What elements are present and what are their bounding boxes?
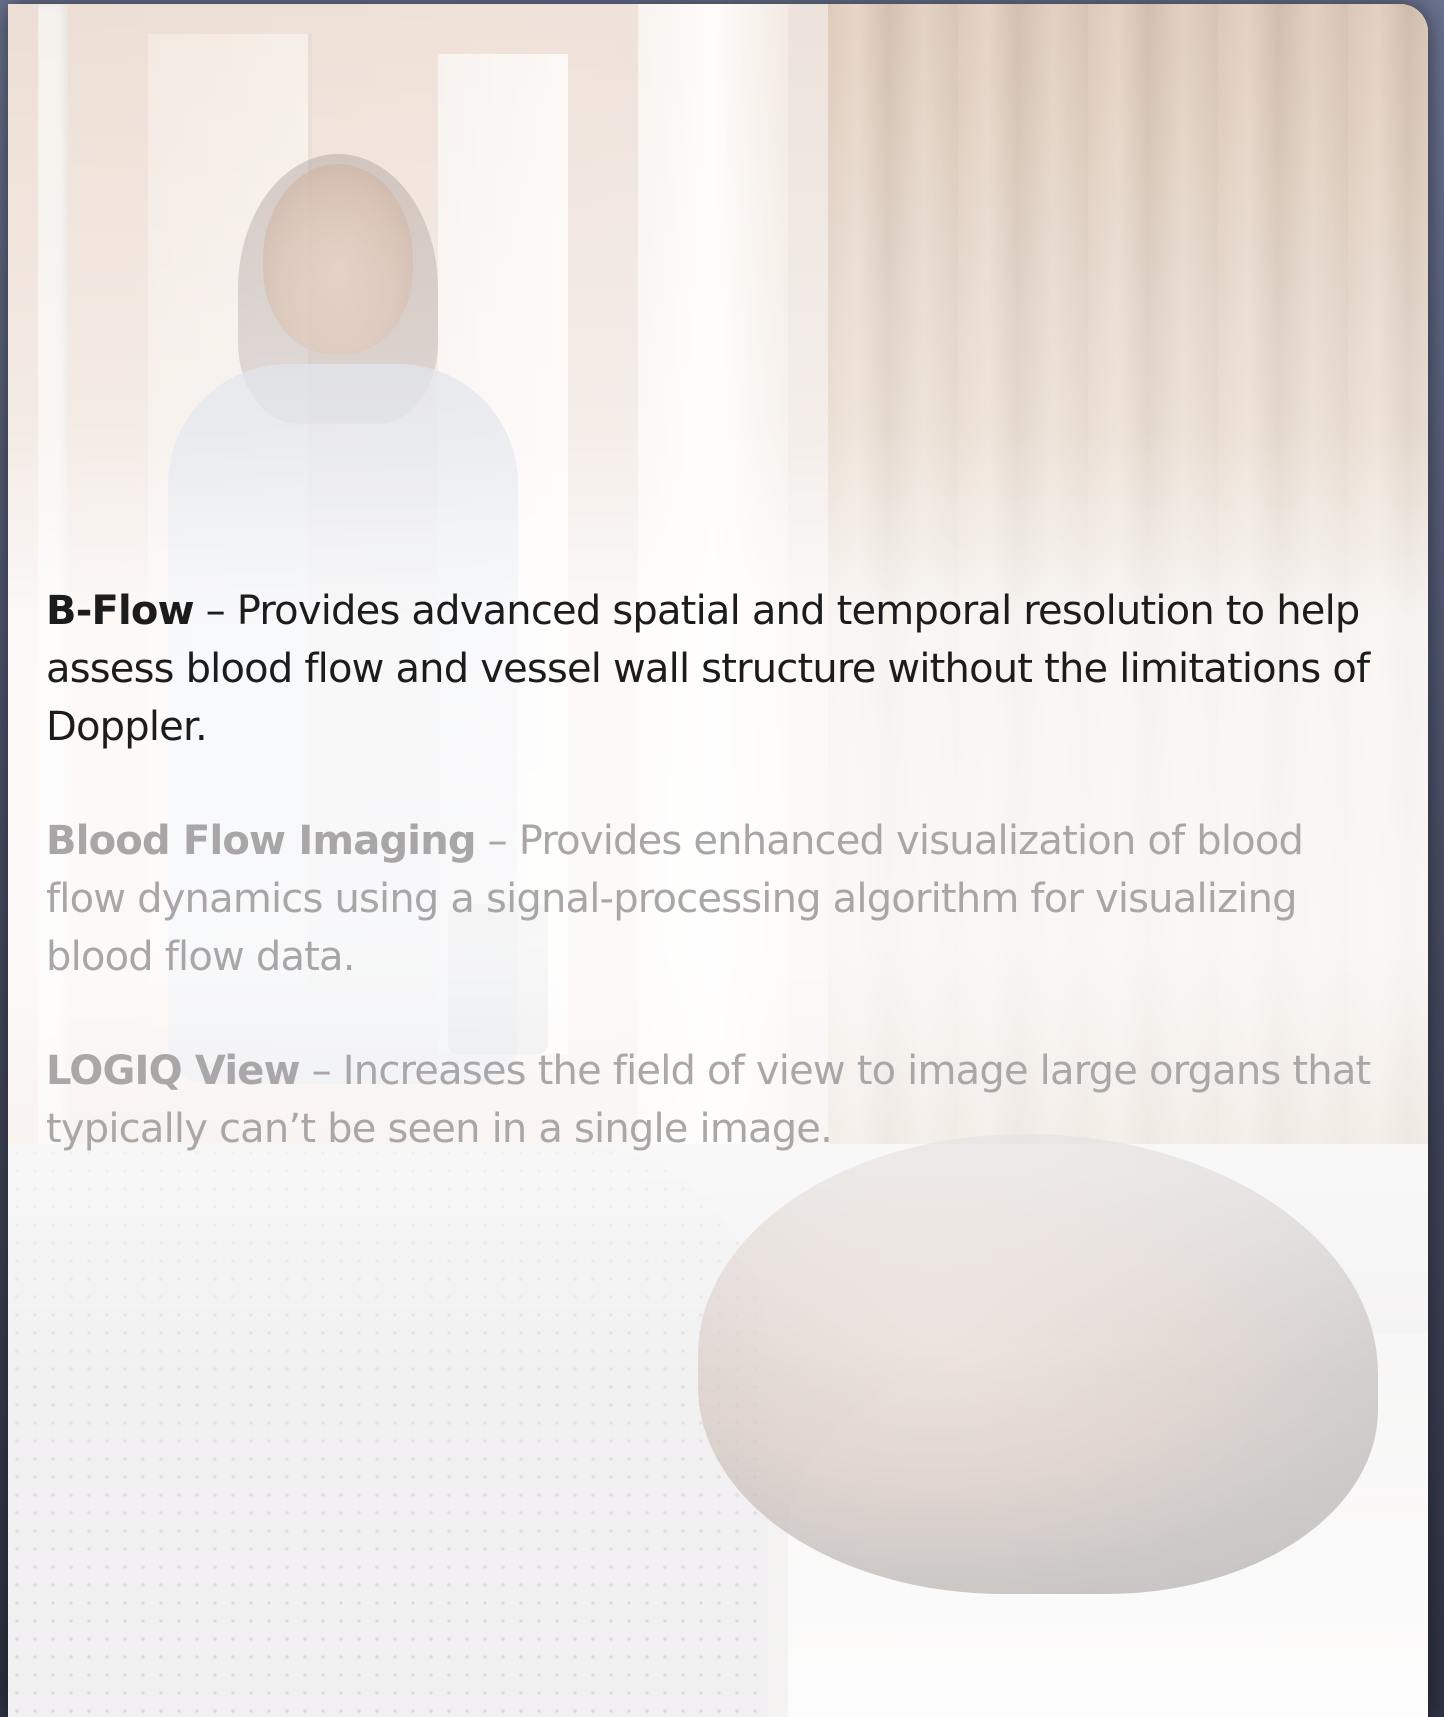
feature-name: Blood Flow Imaging — [46, 818, 477, 864]
feature-list: B-Flow – Provides advanced spatial and t… — [46, 582, 1386, 1214]
feature-blood-flow-imaging[interactable]: Blood Flow Imaging – Provides enhanced v… — [46, 812, 1386, 986]
feature-name: B-Flow — [46, 588, 195, 634]
feature-description: Provides advanced spatial and temporal r… — [46, 588, 1370, 750]
feature-logiq-view[interactable]: LOGIQ View – Increases the field of view… — [46, 1042, 1386, 1158]
feature-name: LOGIQ View — [46, 1048, 301, 1094]
feature-card: B-Flow – Provides advanced spatial and t… — [8, 4, 1428, 1717]
feature-b-flow[interactable]: B-Flow – Provides advanced spatial and t… — [46, 582, 1386, 756]
